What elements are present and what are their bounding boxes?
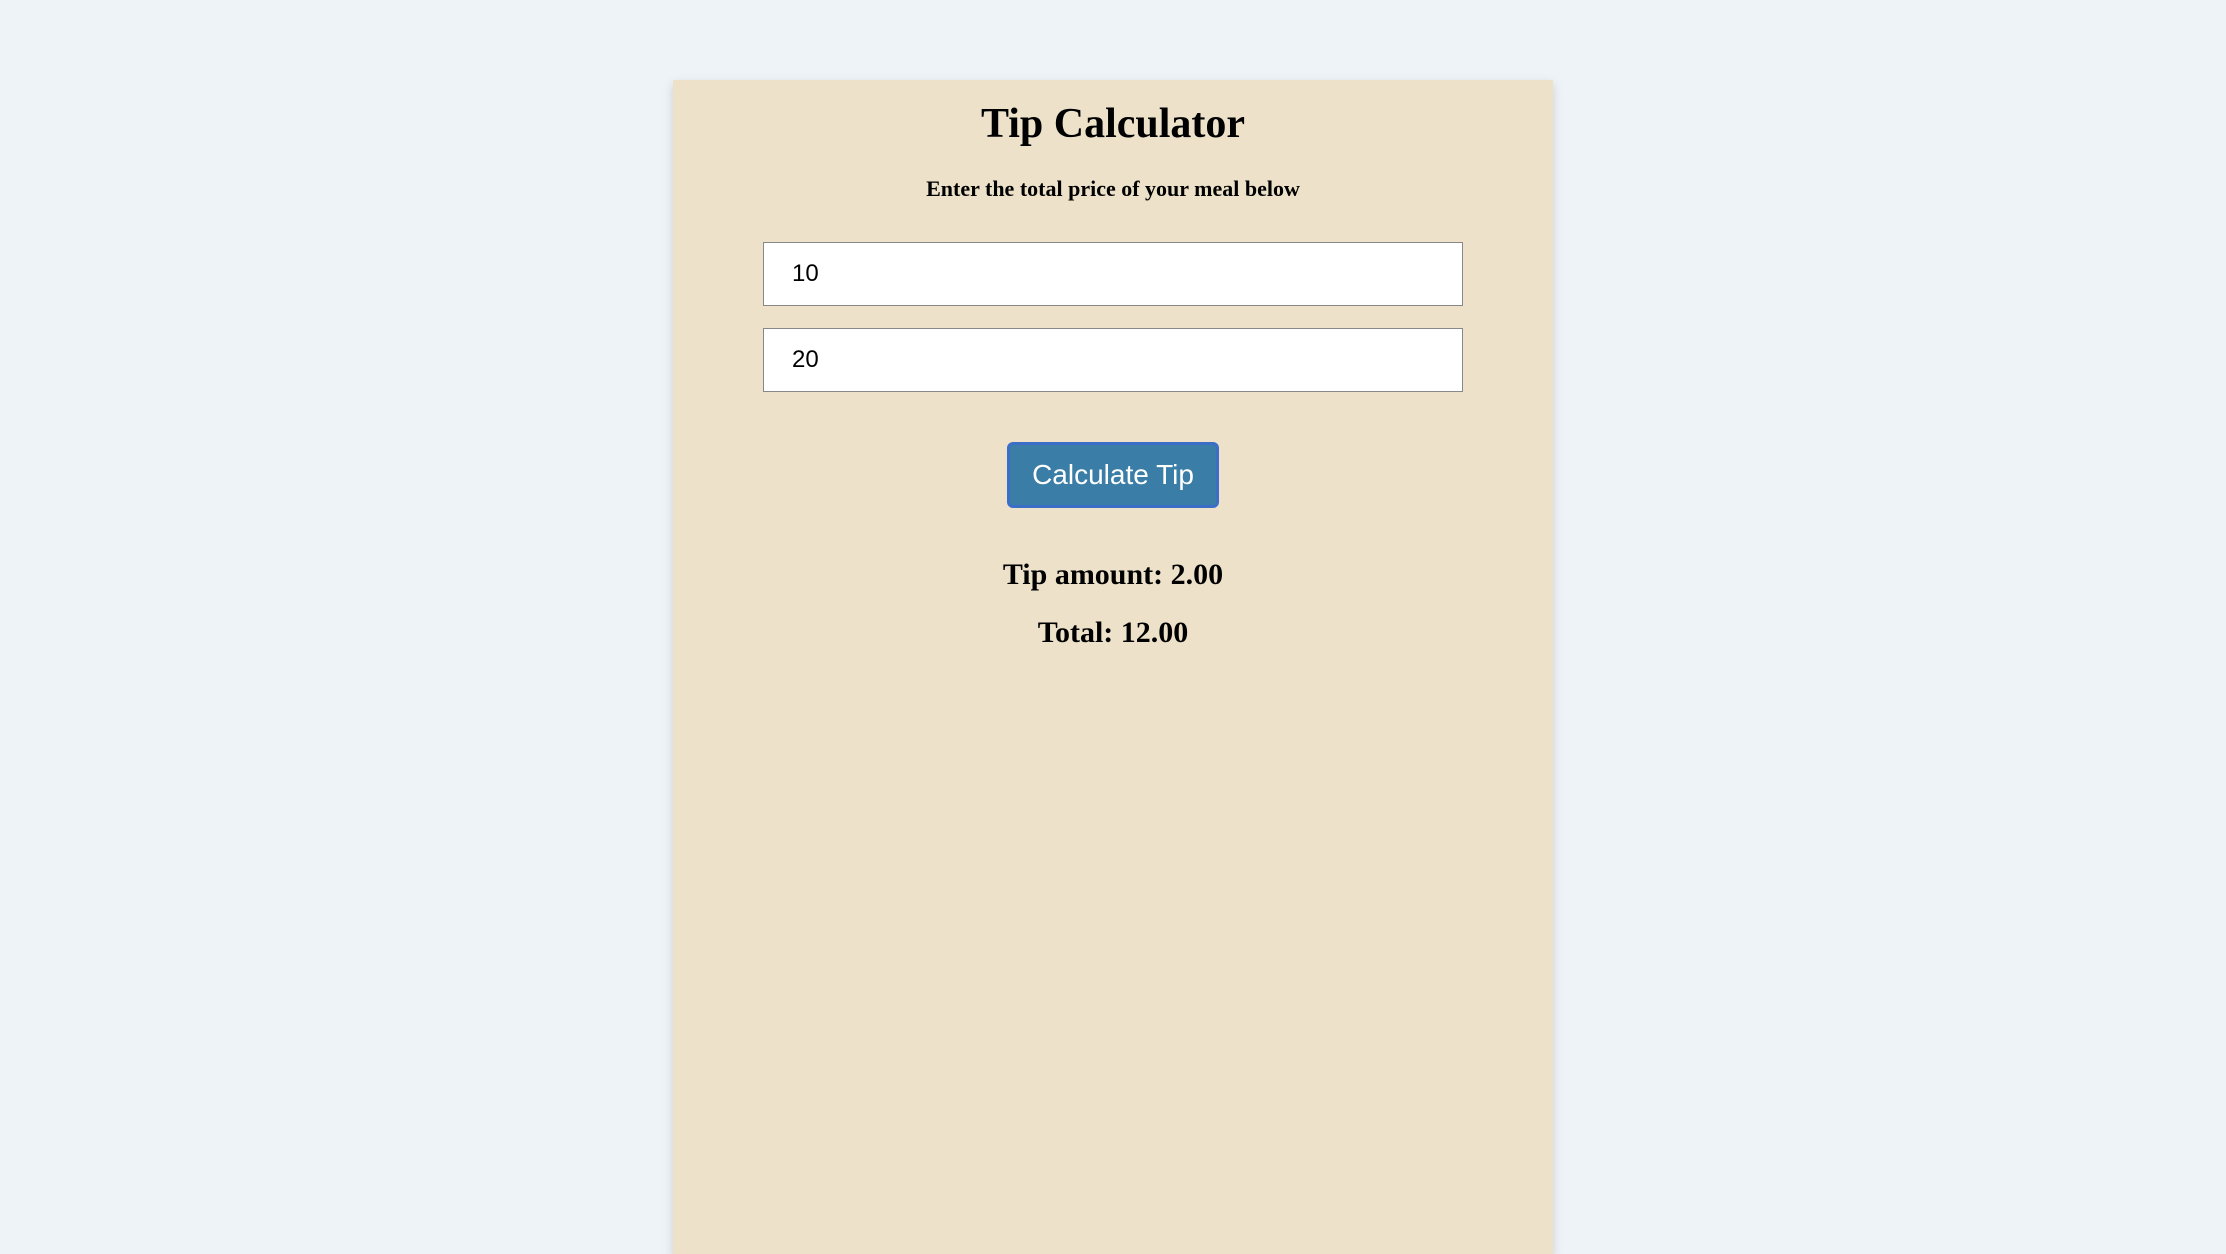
page-title: Tip Calculator [763, 100, 1463, 148]
total-value: 12.00 [1121, 616, 1189, 649]
tip-amount-value: 2.00 [1171, 558, 1224, 591]
total-label: Total: [1038, 616, 1121, 649]
calculate-tip-button[interactable]: Calculate Tip [1007, 442, 1219, 508]
tip-amount-result: Tip amount: 2.00 [763, 558, 1463, 592]
subtitle: Enter the total price of your meal below [763, 176, 1463, 202]
tip-percent-input[interactable] [763, 328, 1463, 392]
tip-calculator-card: Tip Calculator Enter the total price of … [673, 80, 1553, 1254]
total-result: Total: 12.00 [763, 616, 1463, 650]
tip-amount-label: Tip amount: [1003, 558, 1171, 591]
meal-price-input[interactable] [763, 242, 1463, 306]
